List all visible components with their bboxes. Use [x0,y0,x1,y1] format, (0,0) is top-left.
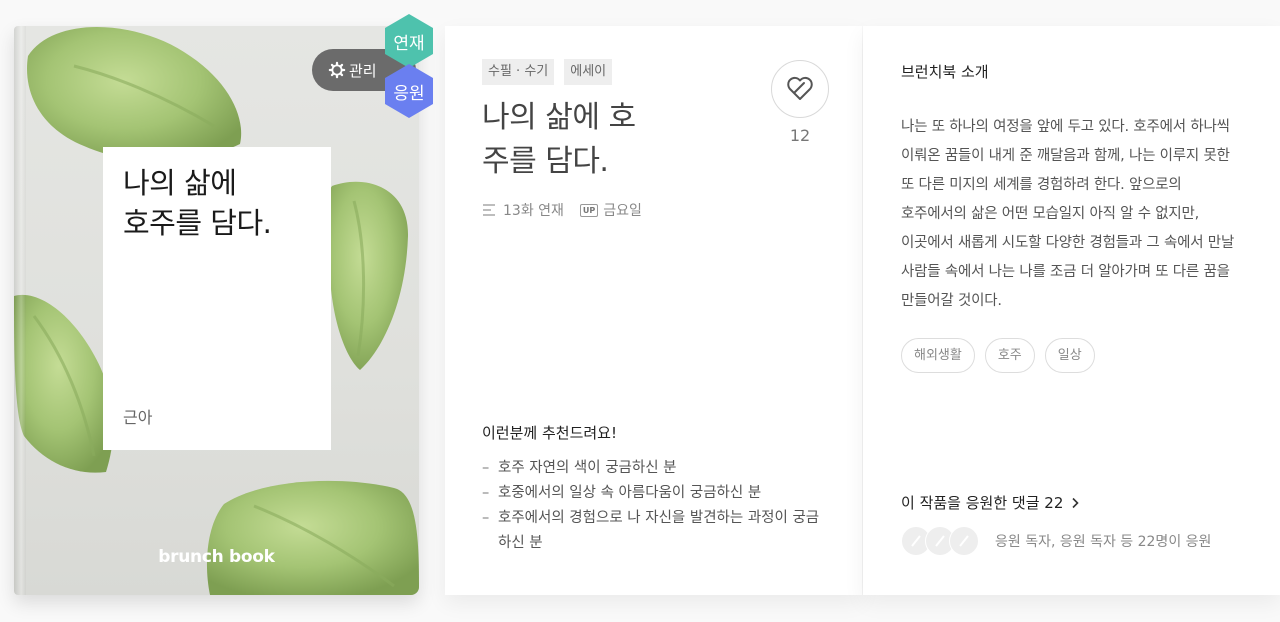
keyword-tag[interactable]: 해외생활 [901,338,975,373]
serial-badge: 연재 [381,13,437,69]
book-cover: 나의 삶에 호주를 담다. 근아 brunch book 관리 [14,26,419,595]
intro-heading: 브런치북 소개 [901,63,989,81]
pen-icon [959,535,969,547]
list-icon [483,204,495,216]
category-tag[interactable]: 수필 · 수기 [482,59,555,85]
supporters-summary: 응원 독자, 응원 독자 등 22명이 응원 [995,534,1212,550]
category-tag[interactable]: 에세이 [564,59,613,85]
publish-day: 금요일 [603,203,642,219]
avatar [949,526,979,556]
brunch-book-logo: brunch book [158,547,275,567]
keyword-list: 해외생활 호주 일상 [901,338,1095,373]
book-spine [14,26,26,595]
heart-support-icon [787,76,813,100]
pen-icon [935,535,945,547]
book-meta: 13화 연재 UP 금요일 [482,200,642,220]
like-count: 12 [789,126,811,145]
category-tags: 수필 · 수기 에세이 [482,59,613,85]
serial-badge-label: 연재 [393,33,425,54]
recommend-list: 호주 자연의 색이 궁금하신 분 호중에서의 일상 속 아름다움이 궁금하신 분… [482,456,832,556]
gear-icon [328,61,346,79]
support-badge[interactable]: 응원 [381,63,437,119]
episode-count: 13화 연재 [503,203,564,219]
recommend-heading: 이런분께 추천드려요! [482,424,617,442]
recommend-item: 호주 자연의 색이 궁금하신 분 [482,456,832,481]
supporters-row[interactable]: 응원 독자, 응원 독자 등 22명이 응원 [901,526,1211,556]
cover-author: 근아 [123,408,153,427]
book-title: 나의 삶에 호 주를 담다. [482,100,636,179]
book-details-panel: 수필 · 수기 에세이 나의 삶에 호 주를 담다. 13화 연재 UP 금요일… [445,26,862,595]
cover-title: 나의 삶에 호주를 담다. [123,166,272,240]
recommend-item: 호중에서의 일상 속 아름다움이 궁금하신 분 [482,481,832,506]
cover-title-card: 나의 삶에 호주를 담다. 근아 [103,147,331,450]
support-badge-label: 응원 [393,83,425,104]
supporter-avatars [901,526,979,556]
up-badge-icon: UP [579,203,599,217]
pen-icon [911,535,921,547]
chevron-right-icon [1072,497,1080,508]
recommend-item: 호주에서의 경험으로 나 자신을 발견하는 과정이 궁금하신 분 [482,506,832,556]
book-intro-panel: 브런치북 소개 나는 또 하나의 여정을 앞에 두고 있다. 호주에서 하나씩 … [863,26,1280,595]
like-button[interactable] [771,60,829,118]
intro-text: 나는 또 하나의 여정을 앞에 두고 있다. 호주에서 하나씩 이뤄온 꿈들이 … [901,119,1235,309]
manage-label: 관리 [349,61,377,80]
keyword-tag[interactable]: 일상 [1044,338,1095,373]
keyword-tag[interactable]: 호주 [984,338,1035,373]
comments-link-label: 이 작품을 응원한 댓글 22 [901,494,1064,512]
comments-link[interactable]: 이 작품을 응원한 댓글 22 [901,492,1081,513]
